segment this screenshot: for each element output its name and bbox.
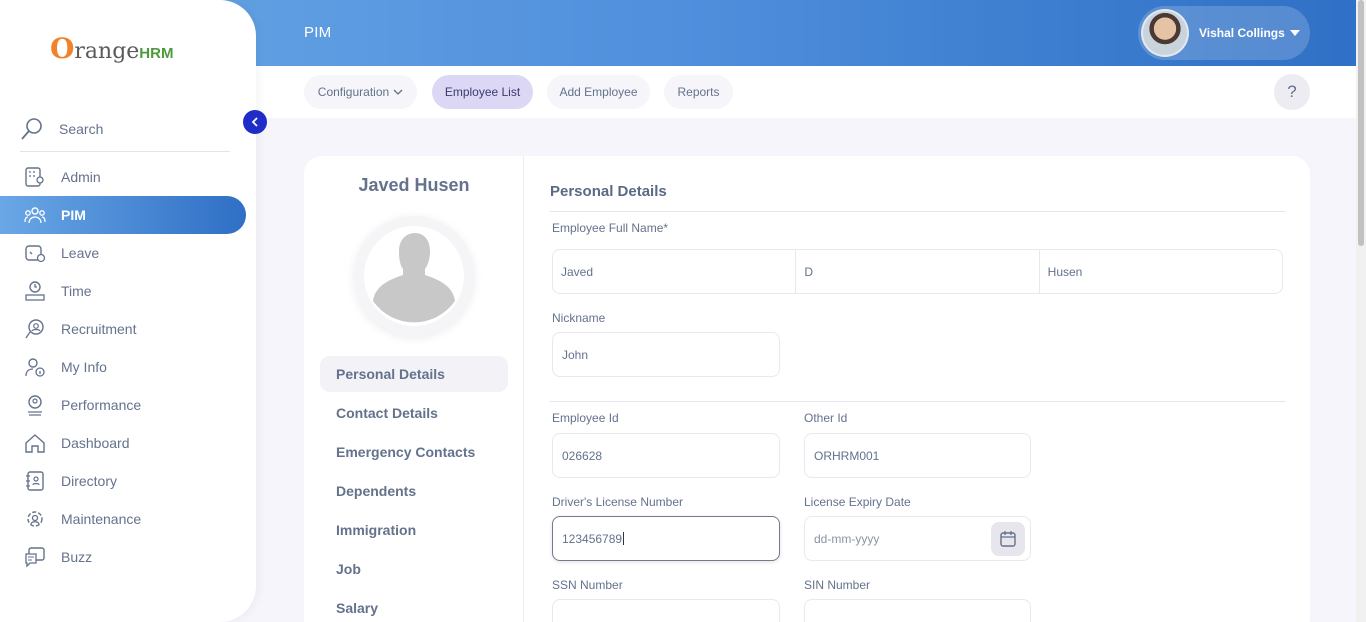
nickname-input[interactable]: John xyxy=(552,332,780,377)
profile-pane: Javed Husen Personal Details Contact Det… xyxy=(304,156,524,622)
recruitment-icon xyxy=(25,319,44,339)
date-placeholder: dd-mm-yyyy xyxy=(814,531,880,546)
leave-icon xyxy=(25,245,46,263)
sidebar-item-dashboard[interactable]: Dashboard xyxy=(0,424,256,462)
sidebar-item-buzz[interactable]: Buzz xyxy=(0,538,256,576)
other-id-input[interactable]: ORHRM001 xyxy=(804,433,1031,478)
search-icon xyxy=(21,117,42,140)
tab-personal-details[interactable]: Personal Details xyxy=(320,356,508,392)
search-label: Search xyxy=(59,120,104,137)
divider xyxy=(550,401,1286,402)
calendar-button[interactable] xyxy=(991,522,1025,556)
avatar xyxy=(1141,9,1189,57)
tab-reports[interactable]: Reports xyxy=(664,75,733,109)
orangehrm-logo[interactable]: OrangeHRM xyxy=(50,32,173,65)
employee-id-label: Employee Id xyxy=(552,411,619,425)
sin-input[interactable] xyxy=(804,599,1031,622)
license-expiry-label: License Expiry Date xyxy=(804,495,911,509)
ssn-label: SSN Number xyxy=(552,578,623,592)
time-icon xyxy=(25,281,45,301)
tab-configuration[interactable]: Configuration xyxy=(304,75,417,109)
sidebar-item-recruitment[interactable]: Recruitment xyxy=(0,310,256,348)
first-name-input[interactable]: Javed xyxy=(553,250,797,293)
tab-emergency-contacts[interactable]: Emergency Contacts xyxy=(320,434,508,470)
sidebar-item-pim[interactable]: PIM xyxy=(0,196,246,234)
tab-employee-list[interactable]: Employee List xyxy=(432,75,533,109)
other-id-label: Other Id xyxy=(804,411,848,425)
sidebar-search[interactable]: Search xyxy=(20,106,230,152)
chevron-left-icon xyxy=(251,117,258,127)
tab-contact-details[interactable]: Contact Details xyxy=(320,395,508,431)
sidebar: OrangeHRM Search Admin PIM Leave Time Re… xyxy=(0,0,256,622)
ssn-input[interactable] xyxy=(552,599,780,622)
tab-immigration[interactable]: Immigration xyxy=(320,512,508,548)
dashboard-icon xyxy=(25,434,45,453)
license-input[interactable]: 123456789 xyxy=(552,516,780,561)
employee-id-input[interactable]: 026628 xyxy=(552,433,780,478)
buzz-icon xyxy=(25,547,45,568)
license-expiry-input[interactable]: dd-mm-yyyy xyxy=(804,516,1031,561)
sidebar-item-maintenance[interactable]: Maintenance xyxy=(0,500,256,538)
user-menu[interactable]: Vishal Collings xyxy=(1138,6,1310,60)
directory-icon xyxy=(26,471,44,491)
sidebar-item-time[interactable]: Time xyxy=(0,272,256,310)
tab-add-employee[interactable]: Add Employee xyxy=(547,75,650,109)
admin-icon xyxy=(25,167,44,187)
user-silhouette-icon xyxy=(364,226,464,326)
sidebar-menu: Admin PIM Leave Time Recruitment My Info… xyxy=(0,158,256,576)
employee-name: Javed Husen xyxy=(358,175,470,195)
tab-configuration-label: Configuration xyxy=(317,85,390,99)
text-cursor xyxy=(623,532,625,545)
pim-icon xyxy=(24,207,46,224)
sidebar-item-leave[interactable]: Leave xyxy=(0,234,256,272)
calendar-icon xyxy=(1000,531,1016,547)
my-info-icon xyxy=(25,358,45,377)
divider xyxy=(550,211,1286,212)
sidebar-item-admin[interactable]: Admin xyxy=(0,158,256,196)
caret-down-icon xyxy=(1289,30,1300,36)
license-label: Driver's License Number xyxy=(552,495,683,509)
user-name: Vishal Collings xyxy=(1199,26,1285,40)
page-scrollbar-thumb[interactable] xyxy=(1358,0,1364,246)
performance-icon xyxy=(28,395,42,416)
full-name-label: Employee Full Name* xyxy=(552,221,669,235)
maintenance-icon xyxy=(27,511,43,527)
tab-job[interactable]: Job xyxy=(320,551,508,587)
section-title: Personal Details xyxy=(550,183,667,200)
profile-photo[interactable] xyxy=(354,216,474,336)
employee-details-card: Javed Husen Personal Details Contact Det… xyxy=(304,156,1310,622)
sidebar-item-performance[interactable]: Performance xyxy=(0,386,256,424)
last-name-input[interactable]: Husen xyxy=(1040,250,1282,293)
nickname-label: Nickname xyxy=(552,311,606,325)
tab-salary[interactable]: Salary xyxy=(320,590,508,622)
sub-navigation: Configuration Employee List Add Employee… xyxy=(256,66,1366,118)
help-button[interactable]: ? xyxy=(1274,74,1310,110)
tab-dependents[interactable]: Dependents xyxy=(320,473,508,509)
module-title: PIM xyxy=(304,24,332,41)
sidebar-collapse-button[interactable] xyxy=(243,110,267,134)
full-name-group: Javed D Husen xyxy=(552,249,1283,294)
middle-name-input[interactable]: D xyxy=(796,250,1040,293)
sidebar-item-my-info[interactable]: My Info xyxy=(0,348,256,386)
sin-label: SIN Number xyxy=(804,578,871,592)
license-value: 123456789 xyxy=(562,531,623,546)
sidebar-item-directory[interactable]: Directory xyxy=(0,462,256,500)
chevron-down-icon xyxy=(393,89,403,95)
